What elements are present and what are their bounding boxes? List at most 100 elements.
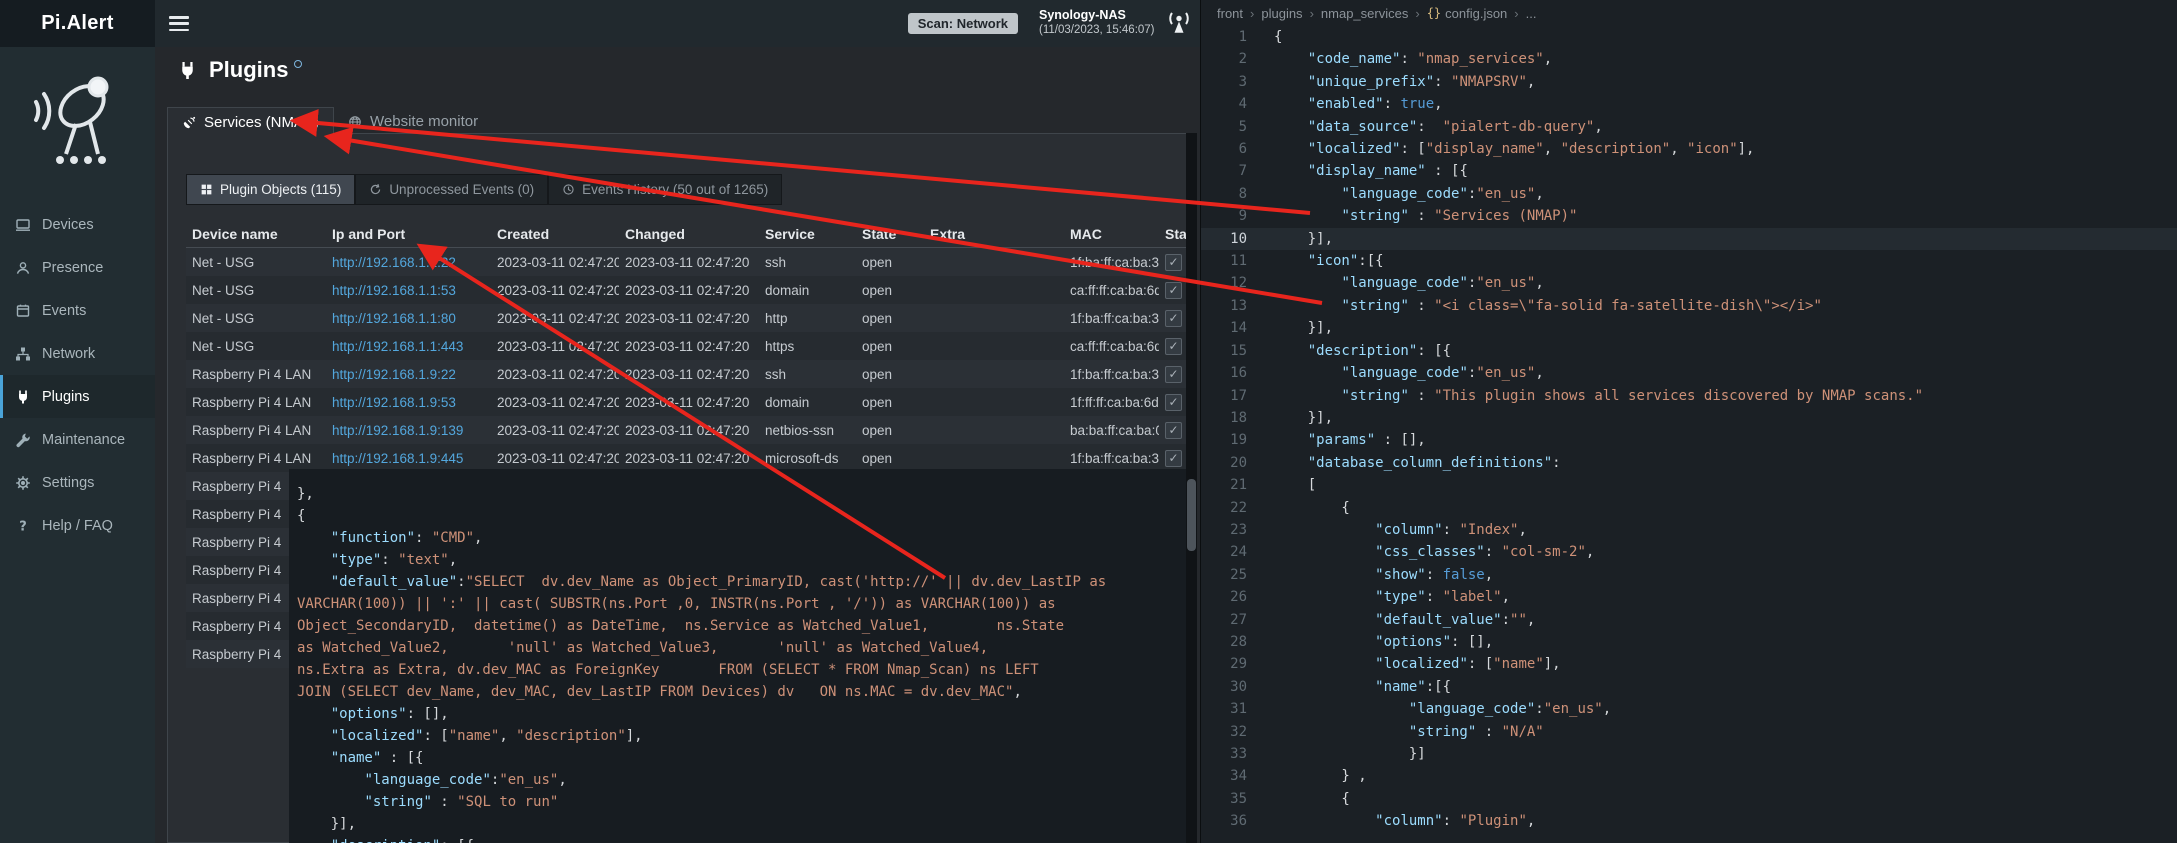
editor-line[interactable]: 5 "data_source": "pialert-db-query", [1201,116,2177,138]
editor-line[interactable]: 22 { [1201,497,2177,519]
editor-line[interactable]: 33 }] [1201,743,2177,765]
column-header-created[interactable]: Created [491,226,619,242]
editor-line[interactable]: 19 "params" : [], [1201,429,2177,451]
column-header-device-name[interactable]: Device name [186,226,326,242]
editor-line[interactable]: 36 "column": "Plugin", [1201,810,2177,832]
line-number: 25 [1201,564,1247,586]
line-number: 7 [1201,160,1247,182]
tab-services-nmap[interactable]: Services (NMAP) [167,107,334,138]
sidebar-item-settings[interactable]: Settings [0,461,155,504]
ip-port-link[interactable]: http://192.168.1.1:53 [332,283,456,298]
sidebar-item-help-faq[interactable]: ?Help / FAQ [0,504,155,547]
line-number: 8 [1201,183,1247,205]
scan-status-badge: Scan: Network [908,13,1018,34]
editor-line[interactable]: 15 "description": [{ [1201,340,2177,362]
editor-line[interactable]: 2 "code_name": "nmap_services", [1201,48,2177,70]
editor-line[interactable]: 6 "localized": ["display_name", "descrip… [1201,138,2177,160]
status-checkbox[interactable]: ✓ [1165,450,1182,467]
column-header-service[interactable]: Service [759,226,856,242]
editor-line[interactable]: 18 }], [1201,407,2177,429]
ip-port-link[interactable]: http://192.168.1.9:22 [332,367,456,382]
page-scrollbar[interactable] [1186,133,1197,843]
editor-line[interactable]: 16 "language_code":"en_us", [1201,362,2177,384]
editor-line[interactable]: 9 "string" : "Services (NMAP)" [1201,205,2177,227]
editor-line[interactable]: 32 "string" : "N/A" [1201,721,2177,743]
column-header-state[interactable]: State [856,226,924,242]
column-header-changed[interactable]: Changed [619,226,759,242]
column-header-status[interactable]: Status [1159,226,1187,242]
breadcrumb-item-plugins[interactable]: plugins [1261,6,1302,21]
status-checkbox[interactable]: ✓ [1165,422,1182,439]
status-checkbox[interactable]: ✓ [1165,254,1182,271]
editor-line[interactable]: 1{ [1201,26,2177,48]
overlay-code-line: JOIN (SELECT dev_Name, dev_MAC, dev_Last… [297,681,1180,703]
column-header-mac[interactable]: MAC [1064,226,1159,242]
editor-line[interactable]: 20 "database_column_definitions": [1201,452,2177,474]
editor-line[interactable]: 4 "enabled": true, [1201,93,2177,115]
ip-port-cell: http://192.168.1.1:443 [326,339,491,354]
status-checkbox[interactable]: ✓ [1165,338,1182,355]
ip-port-link[interactable]: http://192.168.1.9:139 [332,423,463,438]
line-number: 27 [1201,609,1247,631]
line-number: 17 [1201,385,1247,407]
editor-line[interactable]: 24 "css_classes": "col-sm-2", [1201,541,2177,563]
editor-line[interactable]: 17 "string" : "This plugin shows all ser… [1201,385,2177,407]
column-header-ip-and-port[interactable]: Ip and Port [326,226,491,242]
inner-tab-events-history-50-out-of-1265[interactable]: Events History (50 out of 1265) [548,174,782,205]
hamburger-menu-icon[interactable] [169,16,189,31]
scrollbar-thumb[interactable] [1187,479,1196,551]
state-cell: open [856,339,924,354]
status-checkbox[interactable]: ✓ [1165,366,1182,383]
sidebar-item-presence[interactable]: Presence [0,246,155,289]
json-file-icon: {} [1427,6,1441,20]
breadcrumb-item-[interactable]: ... [1526,6,1537,21]
editor-line[interactable]: 27 "default_value":"", [1201,609,2177,631]
broadcast-icon[interactable] [1167,11,1191,35]
sidebar-item-network[interactable]: Network [0,332,155,375]
editor-line[interactable]: 35 { [1201,788,2177,810]
inner-tab-plugin-objects-115[interactable]: Plugin Objects (115) [186,174,355,205]
status-checkbox[interactable]: ✓ [1165,394,1182,411]
ip-port-link[interactable]: http://192.168.1.1:80 [332,311,456,326]
line-number: 16 [1201,362,1247,384]
editor-line[interactable]: 21 [ [1201,474,2177,496]
editor-line[interactable]: 7 "display_name" : [{ [1201,160,2177,182]
editor-line[interactable]: 25 "show": false, [1201,564,2177,586]
editor-line[interactable]: 13 "string" : "<i class=\"fa-solid fa-sa… [1201,295,2177,317]
plugins-icon [15,389,31,405]
editor-line[interactable]: 8 "language_code":"en_us", [1201,183,2177,205]
sidebar-item-plugins[interactable]: Plugins [0,375,155,418]
sidebar-item-events[interactable]: Events [0,289,155,332]
app-logo[interactable]: Pi.Alert [0,0,155,47]
editor-line[interactable]: 14 }], [1201,317,2177,339]
editor-line[interactable]: 31 "language_code":"en_us", [1201,698,2177,720]
editor-line[interactable]: 3 "unique_prefix": "NMAPSRV", [1201,71,2177,93]
column-header-extra[interactable]: Extra [924,226,1064,242]
editor-line[interactable]: 28 "options": [], [1201,631,2177,653]
changed-cell: 2023-03-11 02:47:20 [619,367,759,382]
editor-line[interactable]: 34 } , [1201,765,2177,787]
status-checkbox[interactable]: ✓ [1165,282,1182,299]
ip-port-link[interactable]: http://192.168.1.1:443 [332,339,463,354]
breadcrumb-item-nmap-services[interactable]: nmap_services [1321,6,1408,21]
inner-tab-unprocessed-events-0[interactable]: Unprocessed Events (0) [355,174,548,205]
editor-line[interactable]: 10 }], [1201,228,2177,250]
breadcrumb-item-config-json[interactable]: {}config.json [1427,6,1508,21]
editor-line[interactable]: 30 "name":[{ [1201,676,2177,698]
editor-line[interactable]: 26 "type": "label", [1201,586,2177,608]
ip-port-link[interactable]: http://192.168.1.9:445 [332,451,463,466]
editor-line[interactable]: 29 "localized": ["name"], [1201,653,2177,675]
sidebar-item-maintenance[interactable]: Maintenance [0,418,155,461]
ip-port-link[interactable]: http://192.168.1.9:53 [332,395,456,410]
created-cell: 2023-03-11 02:47:20 [491,395,619,410]
sidebar-item-devices[interactable]: Devices [0,203,155,246]
editor-line[interactable]: 12 "language_code":"en_us", [1201,272,2177,294]
status-checkbox[interactable]: ✓ [1165,310,1182,327]
editor-line[interactable]: 23 "column": "Index", [1201,519,2177,541]
editor-line[interactable]: 11 "icon":[{ [1201,250,2177,272]
line-number: 18 [1201,407,1247,429]
line-code: [ [1247,474,1316,496]
breadcrumb-item-front[interactable]: front [1217,6,1243,21]
sidebar-item-label: Settings [42,475,94,491]
ip-port-link[interactable]: http://192.168.1.1:22 [332,255,456,270]
